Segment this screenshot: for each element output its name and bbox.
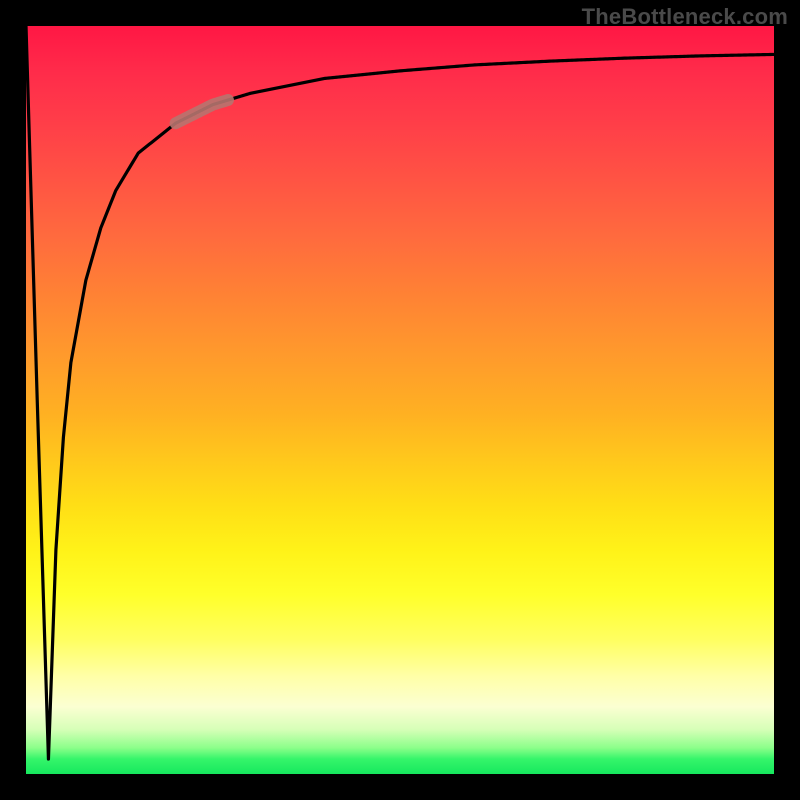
curve-layer xyxy=(26,26,774,774)
watermark: TheBottleneck.com xyxy=(582,4,788,30)
bottleneck-curve xyxy=(26,26,774,759)
curve-highlight xyxy=(176,100,228,123)
chart-frame: TheBottleneck.com xyxy=(0,0,800,800)
